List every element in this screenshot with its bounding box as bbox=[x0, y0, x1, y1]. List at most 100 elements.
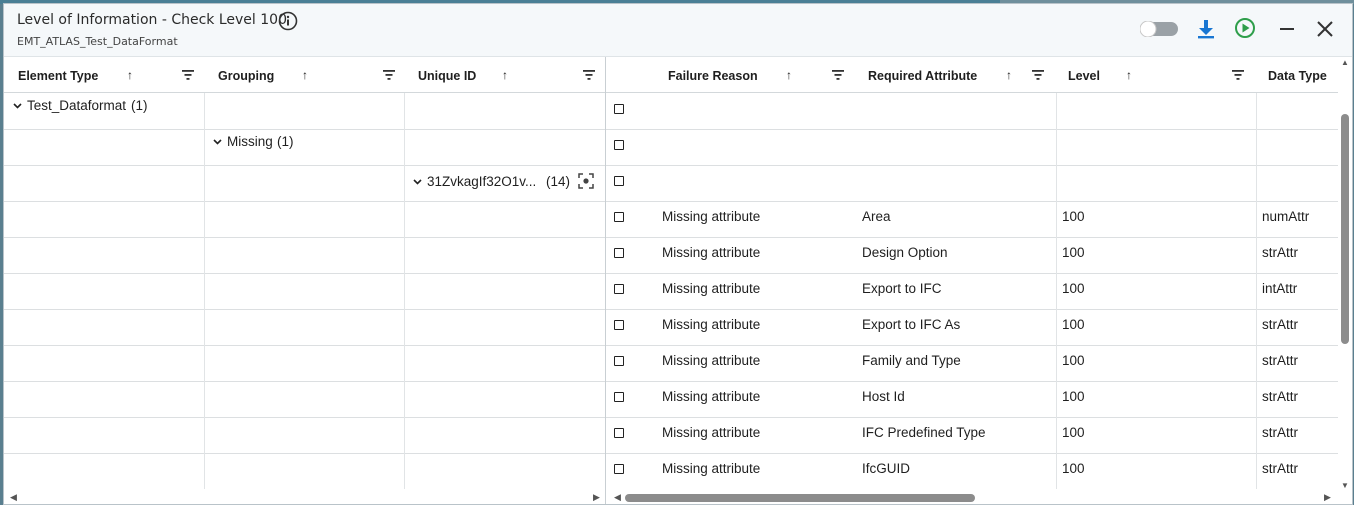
row-checkbox[interactable] bbox=[614, 464, 624, 474]
scroll-right-icon[interactable]: ▶ bbox=[1324, 492, 1331, 503]
column-header-element-type[interactable]: Element Type ↑ bbox=[4, 57, 204, 92]
column-divider bbox=[1056, 201, 1057, 237]
column-divider bbox=[204, 381, 205, 417]
table-row[interactable]: Missing attribute Export to IFC 100 intA… bbox=[606, 273, 1338, 310]
scrollbar-thumb[interactable] bbox=[625, 494, 975, 502]
filter-icon[interactable] bbox=[1032, 70, 1044, 80]
row-checkbox[interactable] bbox=[614, 104, 624, 114]
column-divider bbox=[404, 453, 405, 489]
group-row-grouping[interactable]: Missing (1) bbox=[4, 129, 605, 166]
row-checkbox[interactable] bbox=[614, 428, 624, 438]
chevron-down-icon[interactable] bbox=[13, 103, 22, 109]
scrollbar-thumb[interactable] bbox=[1341, 114, 1349, 344]
right-horizontal-scrollbar[interactable]: ◀ ▶ bbox=[606, 491, 1338, 504]
sort-arrow-icon[interactable]: ↑ bbox=[786, 68, 792, 82]
column-label: Level bbox=[1068, 69, 1100, 83]
empty-row bbox=[4, 273, 605, 310]
left-horizontal-scrollbar[interactable]: ◀ ▶ bbox=[4, 491, 605, 504]
close-icon[interactable] bbox=[1315, 19, 1335, 39]
scroll-left-icon[interactable]: ◀ bbox=[10, 492, 17, 503]
focus-select-icon[interactable] bbox=[578, 173, 594, 189]
column-divider bbox=[204, 417, 205, 453]
vertical-scrollbar[interactable]: ▲ ▼ bbox=[1338, 57, 1352, 491]
column-divider bbox=[204, 273, 205, 309]
column-divider bbox=[1056, 273, 1057, 309]
column-header-grouping[interactable]: Grouping ↑ bbox=[204, 57, 404, 92]
empty-row bbox=[4, 417, 605, 454]
data-type-cell: intAttr bbox=[1262, 281, 1298, 296]
column-header-required-attribute[interactable]: Required Attribute ↑ bbox=[856, 57, 1056, 92]
column-label: Grouping bbox=[218, 69, 275, 83]
sort-arrow-icon[interactable]: ↑ bbox=[127, 68, 133, 82]
window-subtitle: EMT_ATLAS_Test_DataFormat bbox=[17, 35, 178, 48]
chevron-down-icon[interactable] bbox=[413, 179, 422, 185]
table-row[interactable]: Missing attribute Design Option 100 strA… bbox=[606, 237, 1338, 274]
info-icon[interactable] bbox=[278, 11, 298, 31]
filter-icon[interactable] bbox=[583, 70, 595, 80]
row-checkbox[interactable] bbox=[614, 356, 624, 366]
table-row[interactable]: Missing attribute IfcGUID 100 strAttr bbox=[606, 453, 1338, 489]
column-header-level[interactable]: Level ↑ bbox=[1056, 57, 1256, 92]
scroll-left-icon[interactable]: ◀ bbox=[614, 492, 621, 503]
sort-arrow-icon[interactable]: ↑ bbox=[302, 68, 308, 82]
sort-arrow-icon[interactable]: ↑ bbox=[502, 68, 508, 82]
table-row[interactable]: Missing attribute IFC Predefined Type 10… bbox=[606, 417, 1338, 454]
column-header-unique-id[interactable]: Unique ID ↑ bbox=[404, 57, 604, 92]
group-row-unique-id[interactable]: 31ZvkagIf32O1v... (14) bbox=[4, 165, 605, 202]
data-type-cell: strAttr bbox=[1262, 353, 1298, 368]
column-divider bbox=[204, 309, 205, 345]
required-attribute-cell: IfcGUID bbox=[862, 461, 911, 476]
empty-row bbox=[4, 453, 605, 489]
level-cell: 100 bbox=[1062, 317, 1085, 332]
row-checkbox[interactable] bbox=[614, 284, 624, 294]
column-divider bbox=[204, 93, 205, 129]
column-divider bbox=[1056, 381, 1057, 417]
table-row[interactable]: Missing attribute Host Id 100 strAttr bbox=[606, 381, 1338, 418]
row-checkbox[interactable] bbox=[614, 176, 624, 186]
row-checkbox[interactable] bbox=[614, 248, 624, 258]
column-label: Data Type bbox=[1268, 69, 1327, 83]
filter-icon[interactable] bbox=[182, 70, 194, 80]
minimize-icon[interactable] bbox=[1277, 19, 1297, 39]
column-divider bbox=[1256, 381, 1257, 417]
row-checkbox[interactable] bbox=[614, 320, 624, 330]
scroll-down-icon[interactable]: ▼ bbox=[1341, 481, 1349, 490]
row-checkbox[interactable] bbox=[614, 212, 624, 222]
column-divider bbox=[1056, 345, 1057, 381]
filter-icon[interactable] bbox=[1232, 70, 1244, 80]
data-type-cell: strAttr bbox=[1262, 317, 1298, 332]
table-row[interactable]: Missing attribute Family and Type 100 st… bbox=[606, 345, 1338, 382]
empty-row bbox=[4, 345, 605, 382]
column-label: Failure Reason bbox=[668, 69, 758, 83]
required-attribute-cell: IFC Predefined Type bbox=[862, 425, 986, 440]
required-attribute-cell: Design Option bbox=[862, 245, 948, 260]
column-label: Required Attribute bbox=[868, 69, 978, 83]
column-divider bbox=[404, 165, 405, 201]
column-divider bbox=[1256, 129, 1257, 165]
download-icon[interactable] bbox=[1195, 18, 1217, 40]
filter-icon[interactable] bbox=[383, 70, 395, 80]
scroll-up-icon[interactable]: ▲ bbox=[1341, 58, 1349, 67]
column-label: Element Type bbox=[18, 69, 99, 83]
group-row-element-type[interactable]: Test_Dataformat (1) bbox=[4, 93, 605, 130]
toggle-switch[interactable] bbox=[1140, 21, 1178, 37]
failure-reason-cell: Missing attribute bbox=[662, 353, 761, 368]
filter-icon[interactable] bbox=[832, 70, 844, 80]
table-row[interactable]: Missing attribute Area 100 numAttr bbox=[606, 201, 1338, 238]
row-checkbox[interactable] bbox=[614, 140, 624, 150]
sort-arrow-icon[interactable]: ↑ bbox=[1126, 68, 1132, 82]
failure-reason-cell: Missing attribute bbox=[662, 281, 761, 296]
column-header-failure-reason[interactable]: Failure Reason ↑ bbox=[656, 57, 856, 92]
empty-row bbox=[4, 381, 605, 418]
column-header-data-type[interactable]: Data Type bbox=[1256, 57, 1338, 92]
table-row[interactable]: Missing attribute Export to IFC As 100 s… bbox=[606, 309, 1338, 346]
column-divider bbox=[204, 345, 205, 381]
row-checkbox[interactable] bbox=[614, 392, 624, 402]
scroll-right-icon[interactable]: ▶ bbox=[593, 492, 600, 503]
group-label: Missing bbox=[227, 134, 273, 149]
column-divider bbox=[404, 345, 405, 381]
sort-arrow-icon[interactable]: ↑ bbox=[1006, 68, 1012, 82]
chevron-down-icon[interactable] bbox=[213, 139, 222, 145]
data-type-cell: numAttr bbox=[1262, 209, 1310, 224]
run-icon[interactable] bbox=[1234, 17, 1256, 39]
